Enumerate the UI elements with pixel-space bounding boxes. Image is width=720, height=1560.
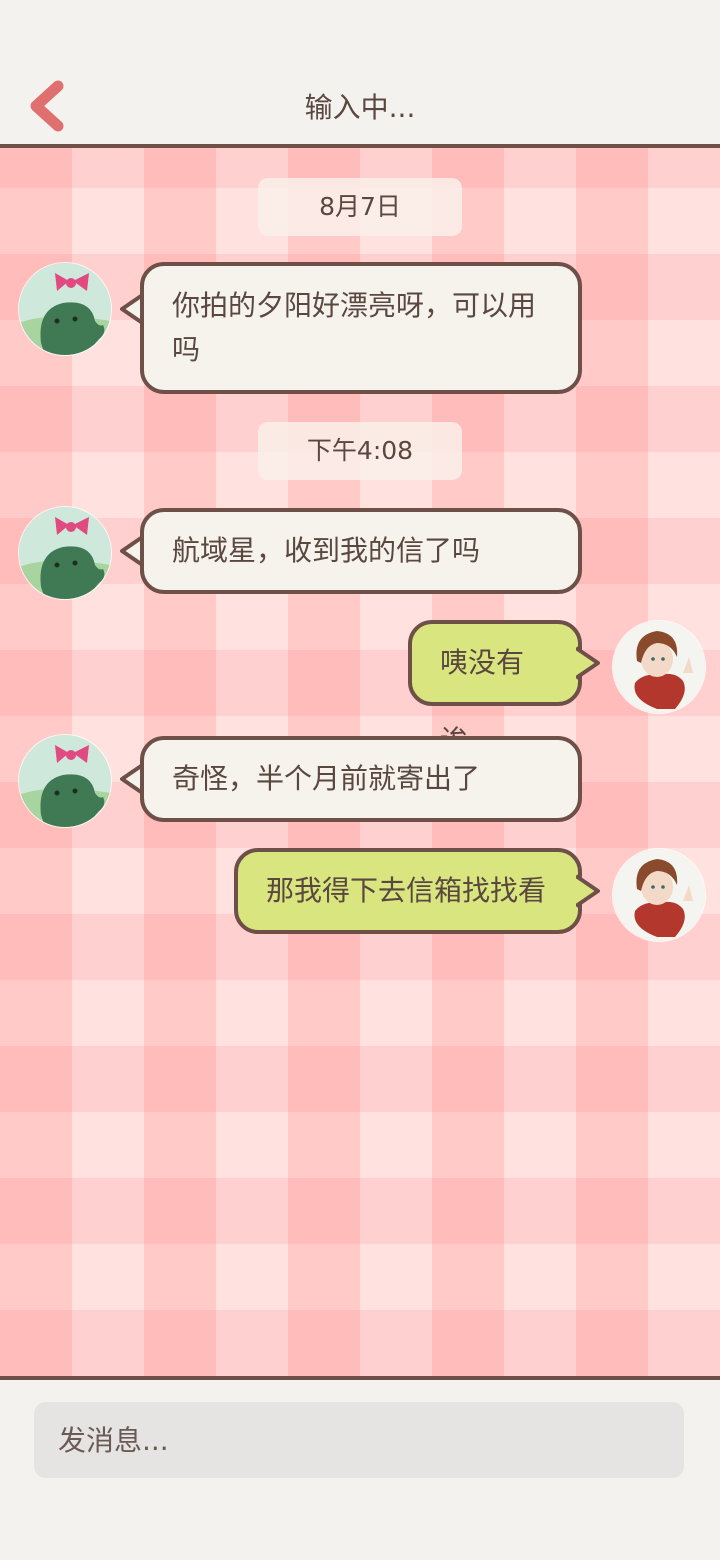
date-divider: 8月7日 <box>258 178 462 236</box>
message-bubble-incoming[interactable]: 你拍的夕阳好漂亮呀，可以用 吗 <box>140 262 582 394</box>
bubble-tail <box>576 646 602 680</box>
message-text: 奇怪，半个月前就寄出了 <box>172 762 481 795</box>
message-text: 那我得下去信箱找找看 <box>266 874 547 907</box>
message-bubble-incoming[interactable]: 奇怪，半个月前就寄出了 <box>140 736 582 822</box>
bubble-tail <box>576 874 602 908</box>
message-text-line: 你拍的夕阳好漂亮呀，可以用 <box>172 289 537 322</box>
user-avatar-icon[interactable] <box>612 620 706 714</box>
message-input[interactable] <box>34 1402 684 1478</box>
dino-avatar-icon[interactable] <box>18 734 112 828</box>
chat-area[interactable]: 8月7日 你拍的夕阳好漂亮呀，可以用 吗 下午4:08 航域星，收到我的信了吗 … <box>0 148 720 1376</box>
user-avatar-icon[interactable] <box>612 848 706 942</box>
time-divider: 下午4:08 <box>258 422 462 480</box>
message-bubble-outgoing[interactable]: 咦没有诶 <box>408 620 582 757</box>
dino-avatar-icon[interactable] <box>18 262 112 356</box>
top-bar: 输入中... <box>0 0 720 148</box>
message-text-line: 吗 <box>172 333 201 366</box>
message-bubble-incoming[interactable]: 航域星，收到我的信了吗 <box>140 508 582 594</box>
message-bubble-outgoing[interactable]: 那我得下去信箱找找看 <box>234 848 582 934</box>
message-text: 航域星，收到我的信了吗 <box>172 534 481 567</box>
page-title: 输入中... <box>304 91 416 124</box>
message-composer <box>0 1376 720 1560</box>
dino-avatar-icon[interactable] <box>18 506 112 600</box>
